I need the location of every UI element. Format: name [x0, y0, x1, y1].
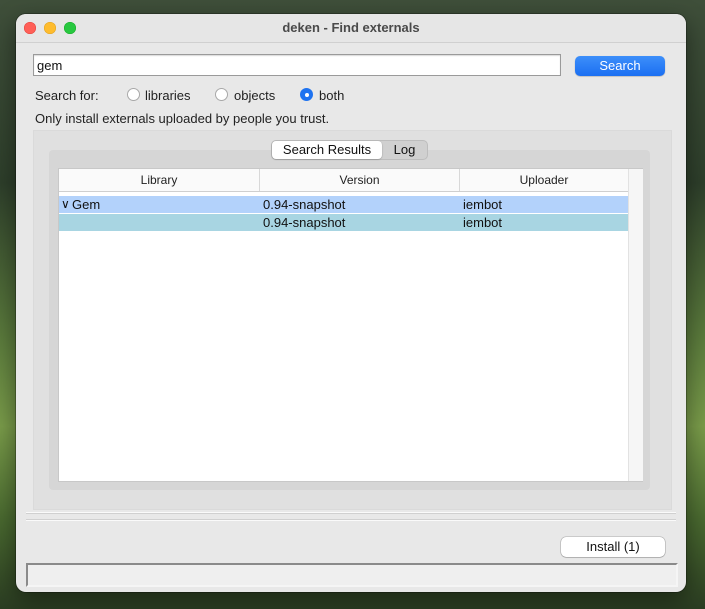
- table-row[interactable]: 0.94-snapshot iembot: [59, 214, 628, 231]
- column-header-version[interactable]: Version: [259, 169, 459, 191]
- cell-uploader: iembot: [463, 197, 503, 212]
- install-button[interactable]: Install (1): [561, 537, 665, 557]
- chevron-down-icon[interactable]: ∨: [61, 196, 70, 213]
- status-bar: [26, 563, 678, 587]
- column-header-library[interactable]: Library: [59, 169, 259, 191]
- cell-version: 0.94-snapshot: [263, 215, 346, 230]
- divider: [26, 519, 676, 521]
- column-header-uploader[interactable]: Uploader: [459, 169, 628, 191]
- table-row[interactable]: ∨ Gem 0.94-snapshot iembot: [59, 196, 628, 213]
- radio-objects-label[interactable]: objects: [234, 88, 275, 103]
- radio-objects[interactable]: [215, 88, 228, 101]
- cell-uploader: iembot: [463, 215, 503, 230]
- title-bar: deken - Find externals: [16, 14, 686, 43]
- radio-libraries[interactable]: [127, 88, 140, 101]
- table-scrollbar[interactable]: [628, 169, 643, 481]
- window-title: deken - Find externals: [282, 20, 420, 35]
- tab-log[interactable]: Log: [382, 141, 427, 159]
- results-table: Library Version Uploader ∨ Gem 0.94-snap…: [58, 168, 643, 482]
- search-for-label: Search for:: [35, 88, 99, 103]
- divider: [26, 512, 676, 514]
- radio-libraries-label[interactable]: libraries: [145, 88, 191, 103]
- cell-library: Gem: [72, 197, 101, 212]
- trust-warning-text: Only install externals uploaded by peopl…: [35, 111, 330, 126]
- tab-search-results[interactable]: Search Results: [272, 141, 382, 159]
- results-tab-bar: Search Results Log: [271, 140, 428, 160]
- table-header: Library Version Uploader: [59, 169, 628, 192]
- search-input[interactable]: [33, 54, 561, 76]
- radio-both[interactable]: [300, 88, 313, 101]
- radio-both-label[interactable]: both: [319, 88, 344, 103]
- search-button[interactable]: Search: [575, 56, 665, 76]
- deken-window: deken - Find externals Search Search for…: [16, 14, 686, 592]
- cell-version: 0.94-snapshot: [263, 197, 346, 212]
